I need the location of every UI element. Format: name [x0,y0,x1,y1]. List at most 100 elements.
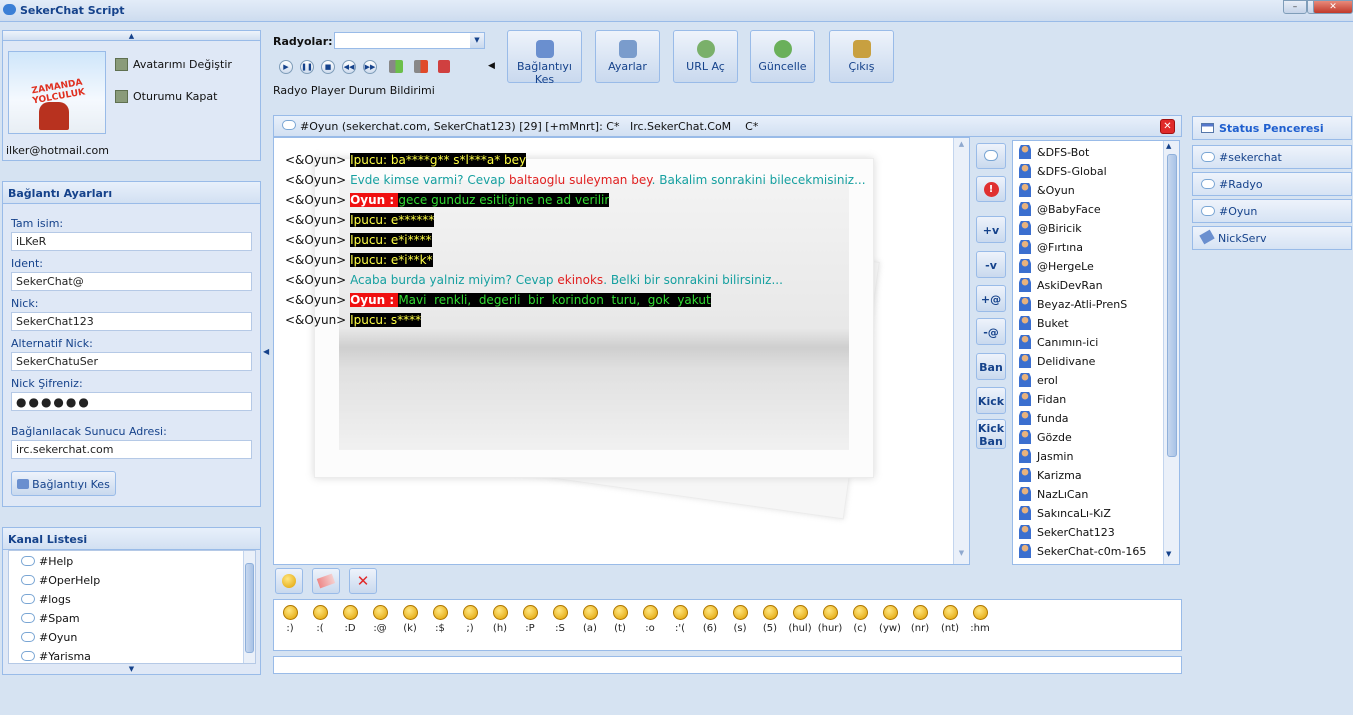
nick-item[interactable]: &DFS-Global [1019,164,1107,183]
nick-item[interactable]: Buket [1019,316,1069,335]
nick-item[interactable]: &Oyun [1019,183,1075,202]
channel-item[interactable]: #Oyun [21,631,77,644]
volume-down-icon[interactable] [414,60,428,73]
smiley-button[interactable] [275,568,303,594]
mute-icon[interactable] [438,60,450,73]
close-button[interactable]: ✕ [1313,0,1353,14]
chat-scrollbar[interactable]: ▲ ▼ [953,138,969,564]
open-url-button[interactable]: URL Aç [673,30,738,83]
server-field[interactable]: irc.sekerchat.com [11,440,252,459]
smiley-item[interactable]: (hul) [785,605,815,634]
smiley-item[interactable]: :'( [665,605,695,634]
smiley-item[interactable]: (nt) [935,605,965,634]
smiley-item[interactable]: :S [545,605,575,634]
delete-button[interactable]: ✕ [349,568,377,594]
update-button[interactable]: Güncelle [750,30,815,83]
password-field[interactable]: ●●●●●● [11,392,252,411]
kickban-button[interactable]: Kick Ban [976,419,1006,449]
smiley-item[interactable]: :o [635,605,665,634]
deop-button[interactable]: -@ [976,318,1006,345]
scroll-down-icon[interactable]: ▼ [955,549,968,562]
fullname-field[interactable]: iLKeR [11,232,252,251]
collapse-down-icon[interactable]: ▼ [3,665,260,674]
smiley-item[interactable]: (a) [575,605,605,634]
nick-item[interactable]: @Biricik [1019,221,1082,240]
scroll-up-icon[interactable]: ▲ [1166,142,1171,150]
smiley-item[interactable]: (5) [755,605,785,634]
scroll-up-icon[interactable]: ▲ [955,140,968,153]
collapse-up-icon[interactable]: ▲ [3,31,260,41]
ban-button[interactable]: Ban [976,353,1006,380]
nick-item[interactable]: Gözde [1019,430,1072,449]
message-input[interactable] [273,656,1182,674]
smiley-item[interactable]: (nr) [905,605,935,634]
op-button[interactable]: +@ [976,285,1006,312]
alt-nick-field[interactable]: SekerChatuSer [11,352,252,371]
nick-scrollbar[interactable]: ▲ ▼ [1163,141,1179,564]
channel-item[interactable]: #OperHelp [21,574,100,587]
nick-item[interactable]: Beyaz-Atli-PrenS [1019,297,1127,316]
nick-item[interactable]: funda [1019,411,1069,430]
change-avatar-link[interactable]: Avatarımı Değiştir [133,58,232,71]
smiley-item[interactable]: :( [305,605,335,634]
nick-item[interactable]: @HergeLe [1019,259,1094,278]
nick-item[interactable]: Fidan [1019,392,1066,411]
devoice-button[interactable]: -v [976,251,1006,278]
rewind-icon[interactable]: ◀◀ [342,60,356,74]
collapse-toolbar-icon[interactable]: ◀ [488,61,495,71]
nick-item[interactable]: SakıncaLı-KıZ [1019,506,1111,525]
stop-icon[interactable]: ■ [321,60,335,74]
private-chat-button[interactable] [976,143,1006,169]
smiley-item[interactable]: (c) [845,605,875,634]
kick-button[interactable]: Kick [976,387,1006,414]
nick-item[interactable]: SekerChat-c0m-165 [1019,544,1146,563]
smiley-item[interactable]: :hm [965,605,995,634]
window-tab-radyo[interactable]: #Radyo [1192,172,1352,196]
minimize-button[interactable]: – [1283,0,1307,14]
nick-field[interactable]: SekerChat123 [11,312,252,331]
smiley-item[interactable]: :) [275,605,305,634]
smiley-item[interactable]: (h) [485,605,515,634]
radio-select[interactable]: ▼ [334,32,485,49]
smiley-item[interactable]: (yw) [875,605,905,634]
channel-item[interactable]: #Yarisma [21,650,91,663]
close-chat-icon[interactable]: ✕ [1160,119,1175,134]
voice-button[interactable]: +v [976,216,1006,243]
channel-item[interactable]: #logs [21,593,71,606]
nick-item[interactable]: NazLıCan [1019,487,1088,506]
pause-icon[interactable]: ❚❚ [300,60,314,74]
smiley-item[interactable]: :$ [425,605,455,634]
nick-item[interactable]: @BabyFace [1019,202,1101,221]
nick-item[interactable]: Delidivane [1019,354,1095,373]
scroll-down-icon[interactable]: ▼ [1166,550,1171,558]
smiley-item[interactable]: :P [515,605,545,634]
nick-item[interactable]: AskiDevRan [1019,278,1103,297]
nick-item[interactable]: &DFS-Bot [1019,145,1089,164]
smiley-item[interactable]: :@ [365,605,395,634]
nick-item[interactable]: Karizma [1019,468,1082,487]
nick-item[interactable]: Canımın-ici [1019,335,1098,354]
nick-item[interactable]: @Fırtına [1019,240,1083,259]
smiley-item[interactable]: (hur) [815,605,845,634]
chat-area[interactable]: <&Oyun> Ipucu: ba****g** s*l***a* bey <&… [273,137,970,565]
channel-item[interactable]: #Help [21,555,73,568]
forward-icon[interactable]: ▶▶ [363,60,377,74]
ident-field[interactable]: SekerChat@ [11,272,252,291]
channel-scrollbar[interactable] [243,551,255,663]
alert-button[interactable]: ! [976,176,1006,202]
status-window-tab[interactable]: Status Penceresi [1192,116,1352,140]
smiley-item[interactable]: ;) [455,605,485,634]
channel-item[interactable]: #Spam [21,612,80,625]
nick-item[interactable]: erol [1019,373,1058,392]
window-tab-oyun[interactable]: #Oyun [1192,199,1352,223]
settings-button[interactable]: Ayarlar [595,30,660,83]
smiley-item[interactable]: :D [335,605,365,634]
smiley-item[interactable]: (6) [695,605,725,634]
window-tab-nickserv[interactable]: NickServ [1192,226,1352,250]
collapse-left-icon[interactable]: ◀ [263,347,269,356]
volume-up-icon[interactable] [389,60,403,73]
avatar[interactable]: ZAMANDA YOLCULUK [8,51,106,134]
nick-item[interactable]: SekerChat123 [1019,525,1115,544]
exit-button[interactable]: Çıkış [829,30,894,83]
smiley-item[interactable]: (s) [725,605,755,634]
